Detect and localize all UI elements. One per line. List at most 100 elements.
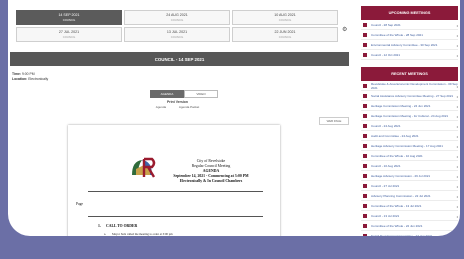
more-icon[interactable]: • [457,144,458,149]
document-icon [363,163,367,168]
more-icon[interactable]: • [457,154,458,159]
date-cell[interactable]: 14 SEP 2021 COUNCIL [16,10,122,25]
device-bezel [0,233,464,259]
meeting-list-item[interactable]: Council - 28 Sep 2021 • [361,20,458,30]
meeting-list-item[interactable]: Committee of the Whole - 13 Jul 2021 • [361,201,458,211]
more-icon[interactable]: • [457,234,458,236]
date-cell[interactable]: 13 JUL 2021 COUNCIL [124,27,230,42]
date-cell[interactable]: 22 JUN 2021 COUNCIL [232,27,338,42]
more-icon[interactable]: • [457,164,458,169]
meeting-list-item[interactable]: Advisory Planning Commission - 22 Jul 20… [361,191,458,201]
meeting-link[interactable]: Committee of the Whole - 22 Jun 2021 [371,224,422,228]
more-icon[interactable]: • [457,23,458,28]
meeting-link[interactable]: Council - 28 Sep 2021 [371,23,401,27]
meeting-link[interactable]: Advisory Planning Commission - 22 Jul 20… [371,194,431,198]
meeting-title-bar: COUNCIL - 14 SEP 2021 [10,52,349,66]
time-label: Time: [12,72,21,76]
document-icon [363,203,367,208]
more-icon[interactable]: • [457,184,458,189]
document-icon [363,173,367,178]
more-icon[interactable]: • [457,53,458,58]
meeting-list-item[interactable]: Environmental Advisory Committee - 30 Se… [361,40,458,50]
meeting-list-item[interactable]: Heritage Commission Meeting - for Cultur… [361,111,458,121]
view-tabs: AGENDA VIDEO [150,90,218,98]
more-icon[interactable]: • [457,224,458,229]
meeting-date-grid: 14 SEP 2021 COUNCIL 24 AUG 2021 COUNCIL 10… [16,10,338,42]
meeting-link[interactable]: Environmental Advisory Committee - 30 Se… [371,43,437,47]
meeting-link[interactable]: Committee of the Whole - 10 Aug 2021 [371,154,423,158]
date-cell-type: COUNCIL [170,18,184,22]
meeting-list-item[interactable]: Council - 10 Aug 2021 • [361,161,458,171]
meeting-link[interactable]: Revelstoke & Area Economic Development C… [371,82,458,90]
date-cell-type: COUNCIL [278,35,292,39]
more-icon[interactable]: • [457,104,458,109]
print-agenda-link[interactable]: Agenda [156,105,166,109]
meeting-list-item[interactable]: Social Assistance Advisory Committee Mee… [361,91,458,101]
document-icon [363,32,367,37]
more-icon[interactable]: • [457,174,458,179]
meeting-link[interactable]: Heritage Commission Meeting - for Cultur… [371,114,448,118]
more-icon[interactable]: • [457,84,458,89]
more-icon[interactable]: • [457,134,458,139]
meeting-list-item[interactable]: Council - 12 Oct 2021 • [361,50,458,60]
more-icon[interactable]: • [457,33,458,38]
meeting-link[interactable]: Heritage Advisory Commission - 29 Jul 20… [371,174,430,178]
meeting-list-item[interactable]: Committee of the Whole - 10 Aug 2021 • [361,151,458,161]
meeting-meta: Time: 9:00 PM Location: Electronically [12,72,48,82]
meeting-link[interactable]: Committee of the Whole - 13 Jul 2021 [371,204,421,208]
meeting-link[interactable]: Council - 10 Aug 2021 [371,164,401,168]
meeting-link[interactable]: Heritage Commission Meeting - 24 Jun 202… [371,104,430,108]
meeting-list-item[interactable]: Committee of the Whole - 22 Jun 2021 • [361,221,458,231]
agenda-sub-item-letter: a. [104,232,107,236]
agenda-item-heading: 1. CALL TO ORDER [98,224,137,228]
meeting-list-item[interactable]: Audit and Committee - 24 Aug 2021 • [361,131,458,141]
more-icon[interactable]: • [457,114,458,119]
screen: 14 SEP 2021 COUNCIL 24 AUG 2021 COUNCIL 10… [8,0,460,236]
more-icon[interactable]: • [457,124,458,129]
meeting-link[interactable]: Heritage Advisory Commission Meeting - 1… [371,144,443,148]
print-agenda-packet-link[interactable]: Agenda Packet [179,105,199,109]
more-icon[interactable]: • [457,194,458,199]
more-icon[interactable]: • [457,94,458,99]
date-cell[interactable]: 27 JUL 2021 COUNCIL [16,27,122,42]
more-icon[interactable]: • [457,43,458,48]
document-icon [363,123,367,128]
meeting-list-item[interactable]: Revelstoke & Area Economic Development C… [361,81,458,91]
meeting-link[interactable]: Social Development Committee - 22 Jun 20… [371,234,432,237]
meeting-link[interactable]: Committee of the Whole - 28 Sep 2021 [371,33,423,37]
document-divider [88,191,263,192]
meeting-link[interactable]: Council - 27 Jul 2021 [371,184,399,188]
meeting-list-item[interactable]: Heritage Commission Meeting - 24 Jun 202… [361,101,458,111]
meeting-list-item[interactable]: Committee of the Whole - 28 Sep 2021 • [361,30,458,40]
document-divider [88,216,263,217]
meeting-list-item[interactable]: Heritage Advisory Commission Meeting - 1… [361,141,458,151]
more-icon[interactable]: • [457,204,458,209]
tab-agenda[interactable]: AGENDA [150,90,184,98]
upcoming-meetings-list: Council - 28 Sep 2021 • Committee of the W… [361,20,458,60]
document-icon [363,143,367,148]
tab-video[interactable]: VIDEO [184,90,218,98]
time-value: 9:00 PM [21,72,35,76]
meeting-list-item[interactable]: Council - 27 Jul 2021 • [361,181,458,191]
meeting-list-item[interactable]: Social Development Committee - 22 Jun 20… [361,231,458,236]
agenda-document: City of Revelstoke Regular Council Meeti… [68,125,280,236]
meeting-link[interactable]: Social Assistance Advisory Committee Mee… [371,94,453,98]
more-icon[interactable]: • [457,214,458,219]
agenda-sub-item: a. Mayor Sulz called the meeting to order… [104,232,173,236]
web-page-button[interactable]: WEB PAGE [319,117,349,125]
gear-icon[interactable]: ⚙ [342,26,347,33]
meeting-list-item[interactable]: Heritage Advisory Commission - 29 Jul 20… [361,171,458,181]
meeting-link[interactable]: Council - 13 Jul 2021 [371,214,399,218]
date-cell[interactable]: 24 AUG 2021 COUNCIL [124,10,230,25]
meeting-link[interactable]: Council - 24 Aug 2021 [371,124,401,128]
city-logo [132,157,156,178]
date-cell-type: COUNCIL [170,35,184,39]
document-icon [363,213,367,218]
document-icon [363,223,367,228]
meeting-list-item[interactable]: Council - 24 Aug 2021 • [361,121,458,131]
meeting-link[interactable]: Audit and Committee - 24 Aug 2021 [371,134,419,138]
date-cell[interactable]: 10 AUG 2021 COUNCIL [232,10,338,25]
recent-meetings-panel: RECENT MEETINGS Revelstoke & Area Econom… [361,67,458,236]
meeting-list-item[interactable]: Council - 13 Jul 2021 • [361,211,458,221]
meeting-link[interactable]: Council - 12 Oct 2021 [371,53,400,57]
